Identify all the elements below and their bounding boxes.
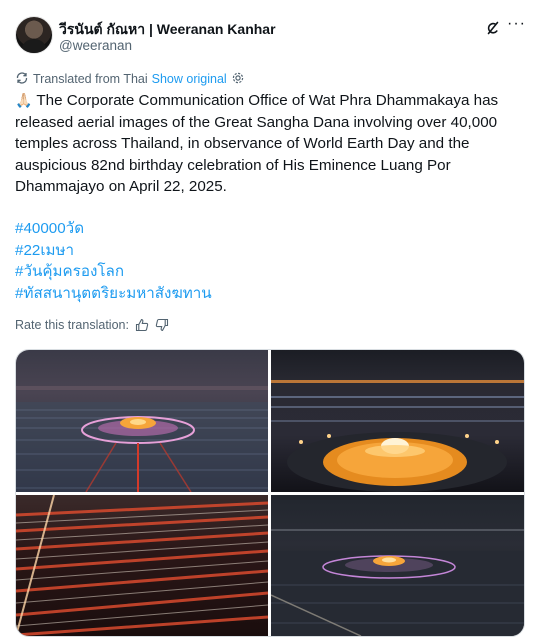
thumbs-up-icon[interactable] <box>135 318 149 332</box>
hashtag-link[interactable]: #วันคุ้มครองโลก <box>15 261 520 283</box>
aerial-photo-3[interactable] <box>16 495 268 636</box>
post-body: The Corporate Communication Office of Wa… <box>15 92 499 195</box>
rate-translation: Rate this translation: <box>15 318 169 332</box>
translated-from-label: Translated from Thai <box>33 72 148 86</box>
thumbs-down-icon[interactable] <box>155 318 169 332</box>
media-grid <box>15 349 525 637</box>
aerial-photo-1[interactable] <box>16 350 268 492</box>
aerial-photo-4[interactable] <box>271 495 524 636</box>
gear-icon[interactable] <box>231 71 245 88</box>
translation-notice: Translated from Thai Show original <box>15 71 245 87</box>
rate-translation-label: Rate this translation: <box>15 318 129 332</box>
show-original-link[interactable]: Show original <box>152 72 227 86</box>
hashtag-list: #40000วัด #22เมษา #วันคุ้มครองโลก #ทัสสน… <box>15 218 520 304</box>
pray-emoji: 🙏🏻 <box>15 92 33 108</box>
tweet-card: วีรนันต์ กัณหา | Weeranan Kanhar @weeran… <box>0 0 536 643</box>
hashtag-link[interactable]: #40000วัด <box>15 218 520 240</box>
avatar[interactable] <box>15 16 53 54</box>
post-text: 🙏🏻 The Corporate Communication Office of… <box>15 90 520 198</box>
hashtag-link[interactable]: #22เมษา <box>15 240 520 262</box>
grok-icon[interactable] <box>485 20 501 36</box>
aerial-photo-2[interactable] <box>271 350 524 492</box>
hashtag-link[interactable]: #ทัสสนานุตตริยะมหาสังฆทาน <box>15 283 520 305</box>
translate-icon <box>15 71 29 88</box>
more-icon[interactable]: ··· <box>507 15 525 35</box>
tweet-header: วีรนันต์ กัณหา | Weeranan Kanhar @weeran… <box>15 15 525 60</box>
author-handle[interactable]: @weeranan <box>59 38 132 53</box>
